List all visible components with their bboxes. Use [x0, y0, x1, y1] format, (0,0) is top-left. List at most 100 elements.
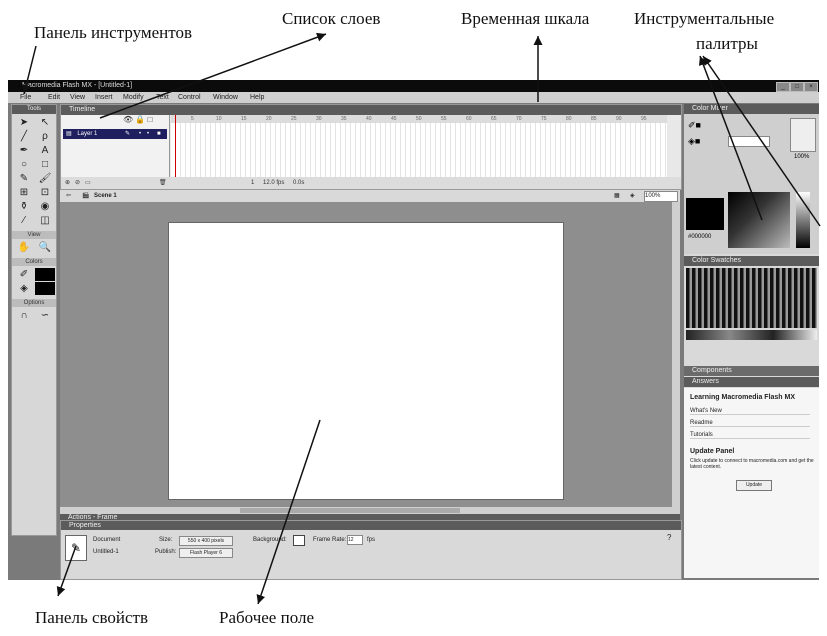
- answers-item-whats-new[interactable]: What's New: [690, 408, 810, 415]
- menu-control[interactable]: Control: [178, 92, 201, 103]
- stage[interactable]: [168, 222, 564, 500]
- background-swatch[interactable]: [293, 535, 305, 546]
- ruler-tick-label: 60: [466, 116, 472, 122]
- color-mixer-header[interactable]: Color Mixer: [684, 104, 819, 114]
- alpha-value[interactable]: 100%: [794, 154, 809, 160]
- layer-header-icons: 👁 🔒 □: [123, 115, 153, 124]
- menu-insert[interactable]: Insert: [95, 92, 113, 103]
- hand-tool-icon[interactable]: ✋: [14, 241, 34, 254]
- minimize-icon[interactable]: _: [776, 82, 790, 92]
- publish-button[interactable]: Flash Player 6: [179, 548, 233, 558]
- pen-tool-icon[interactable]: ✒: [14, 144, 34, 157]
- outline-square[interactable]: ■: [157, 129, 161, 139]
- layer-row[interactable]: ▤ Layer 1 ✎ • • ■: [63, 129, 167, 139]
- maximize-icon[interactable]: □: [790, 82, 804, 92]
- brush-tool-icon[interactable]: 🖌: [35, 172, 55, 185]
- timeline-header: Timeline: [61, 105, 681, 115]
- properties-header: Properties: [61, 521, 681, 530]
- work-area[interactable]: [60, 202, 680, 514]
- update-button[interactable]: Update: [736, 480, 772, 491]
- scene-name[interactable]: Scene 1: [94, 190, 117, 202]
- color-swatches[interactable]: [686, 268, 817, 328]
- zoom-select[interactable]: 100%: [644, 191, 678, 202]
- ruler-tick-label: 65: [491, 116, 497, 122]
- document-icon: ✎: [65, 535, 87, 561]
- menu-help[interactable]: Help: [250, 92, 264, 103]
- eyedropper-tool-icon[interactable]: ⁄: [14, 214, 34, 227]
- back-arrow-icon[interactable]: ⇦: [66, 190, 71, 202]
- horizontal-scrollbar[interactable]: [60, 507, 672, 514]
- lock-dot[interactable]: •: [147, 129, 149, 139]
- scene-icon: 🎬: [82, 193, 90, 199]
- fill-transform-tool-icon[interactable]: ⊡: [35, 186, 55, 199]
- document-name: Untitled-1: [93, 549, 119, 555]
- tools-options-section: Options: [12, 299, 56, 307]
- pencil-tool-icon[interactable]: ✎: [14, 172, 34, 185]
- visibility-dot[interactable]: •: [139, 129, 141, 139]
- rgb-fields[interactable]: [790, 118, 816, 152]
- playhead[interactable]: [175, 115, 176, 177]
- scroll-thumb[interactable]: [240, 508, 460, 513]
- color-swatches-header[interactable]: Color Swatches: [684, 256, 819, 266]
- hex-value[interactable]: #000000: [688, 234, 711, 240]
- delete-layer-icon[interactable]: 🗑: [159, 177, 167, 189]
- components-header[interactable]: Components: [684, 366, 819, 376]
- frames-grid[interactable]: 5 10 15 20 25 30 35 40 45 50 55 60 65 70 75 80 85 90 95: [171, 115, 667, 177]
- add-folder-icon[interactable]: ▭: [85, 177, 91, 189]
- stroke-swatch[interactable]: [35, 268, 55, 281]
- menu-modify[interactable]: Modify: [123, 92, 144, 103]
- vertical-scrollbar[interactable]: [672, 202, 680, 514]
- layer-list: ▤ Layer 1 ✎ • • ■ 👁 🔒 □: [61, 115, 170, 177]
- smooth-option-icon[interactable]: ∽: [35, 309, 55, 322]
- timeline-footer: ⊕ ⊘ ▭ 🗑 1 12.0 fps 0.0s: [61, 177, 681, 189]
- transform-tool-icon[interactable]: ⊞: [14, 186, 34, 199]
- eraser-tool-icon[interactable]: ◫: [35, 214, 55, 227]
- edit-scene-icon[interactable]: ▦: [614, 190, 620, 202]
- text-tool-icon[interactable]: A: [35, 144, 55, 157]
- fill-swatch[interactable]: [35, 282, 55, 295]
- right-palettes: Color Mixer ✐■ ◈■ 100% #000000 Color Swa…: [684, 104, 819, 578]
- properties-panel: Properties ✎ Document Untitled-1 Size: 5…: [60, 520, 682, 580]
- paint-bucket-tool-icon[interactable]: ◉: [35, 200, 55, 213]
- fill-color-icon[interactable]: ◈: [14, 282, 34, 295]
- ruler-tick-label: 50: [416, 116, 422, 122]
- gradient-picker[interactable]: [728, 192, 790, 248]
- edit-bar: ⇦ 🎬 Scene 1 ▦ ◈ 100%: [60, 190, 680, 202]
- zoom-tool-icon[interactable]: 🔍: [35, 241, 55, 254]
- stroke-color-icon[interactable]: ✐■: [688, 120, 701, 131]
- gradient-swatches[interactable]: [686, 330, 817, 340]
- size-button[interactable]: 550 x 400 pixels: [179, 536, 233, 546]
- menu-window[interactable]: Window: [213, 92, 238, 103]
- fill-color-icon[interactable]: ◈■: [688, 136, 700, 147]
- ruler-tick-label: 45: [391, 116, 397, 122]
- oval-tool-icon[interactable]: ○: [14, 158, 34, 171]
- components-title: Components: [692, 367, 732, 374]
- menu-file[interactable]: File: [20, 92, 31, 103]
- fill-type-select[interactable]: [728, 136, 770, 147]
- answers-item-readme[interactable]: Readme: [690, 420, 810, 427]
- frame-rate-field[interactable]: 12: [347, 535, 363, 545]
- close-icon[interactable]: ×: [804, 82, 818, 92]
- arrow-tool-icon[interactable]: ➤: [14, 116, 34, 129]
- snap-magnet-icon[interactable]: ∩: [14, 309, 34, 322]
- edit-symbol-icon[interactable]: ◈: [630, 190, 635, 202]
- add-guide-icon[interactable]: ⊘: [75, 177, 80, 189]
- rectangle-tool-icon[interactable]: □: [35, 158, 55, 171]
- menu-edit[interactable]: Edit: [48, 92, 60, 103]
- brightness-bar[interactable]: [796, 192, 810, 248]
- fps-unit: fps: [367, 537, 376, 543]
- ruler-tick-label: 55: [441, 116, 447, 122]
- answers-item-tutorials[interactable]: Tutorials: [690, 432, 810, 439]
- add-layer-icon[interactable]: ⊕: [65, 177, 70, 189]
- menu-view[interactable]: View: [70, 92, 85, 103]
- stroke-color-icon[interactable]: ✐: [14, 268, 34, 281]
- subselect-tool-icon[interactable]: ↖: [35, 116, 55, 129]
- ruler-tick-label: 90: [616, 116, 622, 122]
- lasso-tool-icon[interactable]: ρ: [35, 130, 55, 143]
- menu-text[interactable]: Text: [156, 92, 169, 103]
- ink-bottle-tool-icon[interactable]: ⚱: [14, 200, 34, 213]
- answers-header[interactable]: Answers: [684, 377, 819, 387]
- line-tool-icon[interactable]: ╱: [14, 130, 34, 143]
- help-icon[interactable]: ?: [667, 533, 671, 542]
- frame-rate: 12.0 fps: [263, 180, 285, 186]
